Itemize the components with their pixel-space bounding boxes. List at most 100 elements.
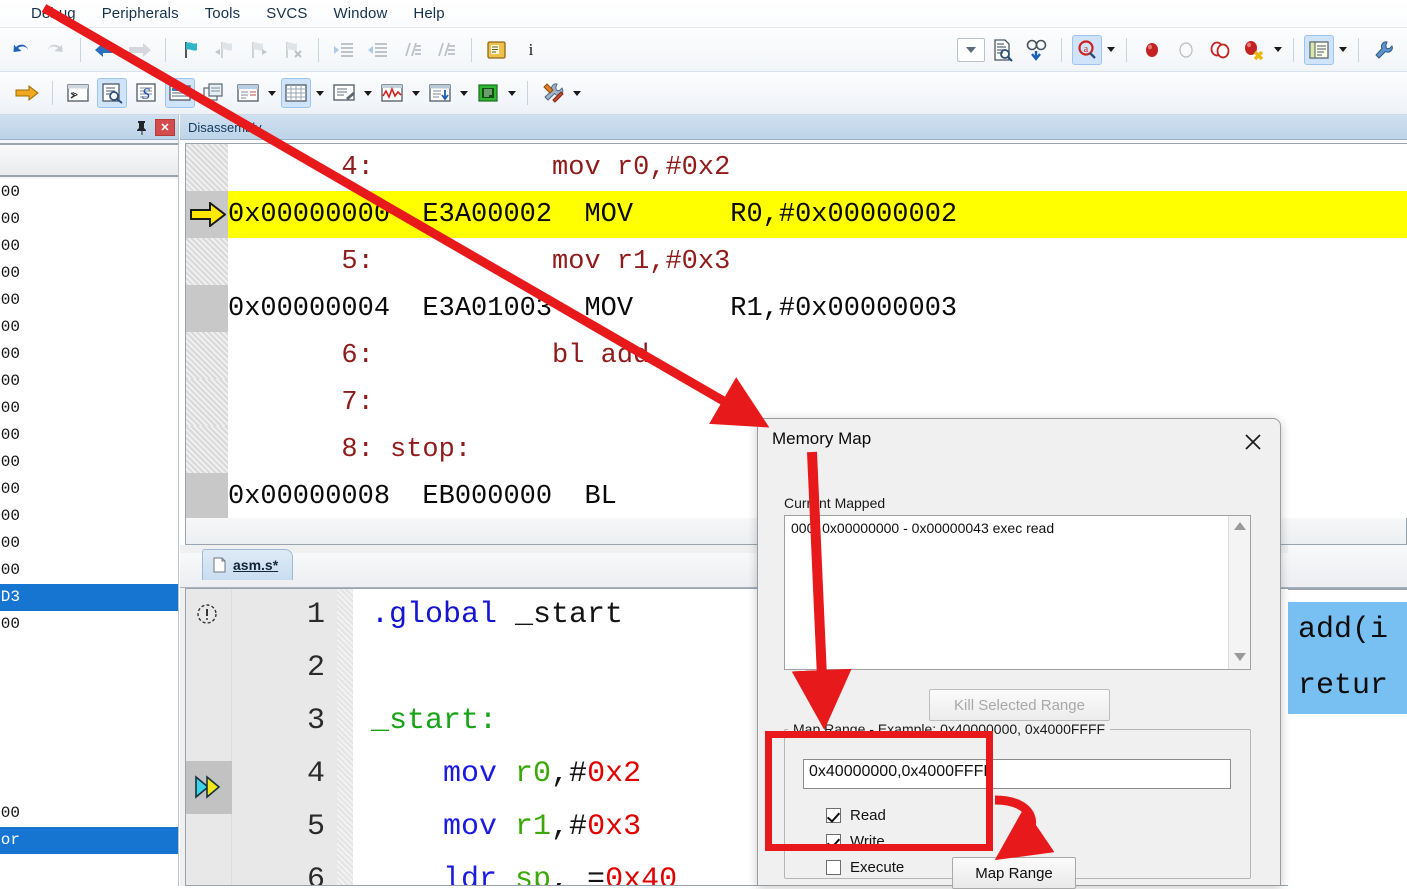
map-range-button[interactable]: Map Range xyxy=(952,857,1076,889)
read-checkbox-row[interactable]: Read xyxy=(826,807,886,824)
uncomment-icon[interactable] xyxy=(431,35,461,65)
disable-breakpoint-icon[interactable] xyxy=(1171,35,1201,65)
call-stack-icon[interactable] xyxy=(199,78,229,108)
execute-checkbox-row[interactable]: Execute xyxy=(826,859,904,876)
register-row[interactable] xyxy=(0,773,178,800)
symbols-window-icon[interactable]: S xyxy=(131,78,161,108)
document-search-icon[interactable] xyxy=(987,35,1017,65)
register-list[interactable]: 00000 00000 00000 00000 00000 00000 00000 00000… xyxy=(0,179,178,886)
menu-svcs[interactable]: SVCS xyxy=(253,2,320,25)
register-row[interactable]: 00000 xyxy=(0,206,178,233)
register-row[interactable]: 00000 xyxy=(0,800,178,827)
outdent-icon[interactable] xyxy=(363,35,393,65)
clear-bookmarks-icon[interactable] xyxy=(278,35,308,65)
register-row[interactable]: 000D3 xyxy=(0,584,178,611)
menu-peripherals[interactable]: Peripherals xyxy=(89,2,192,25)
register-row[interactable] xyxy=(0,665,178,692)
close-icon[interactable] xyxy=(1240,429,1266,455)
register-row[interactable] xyxy=(0,719,178,746)
analysis-window-icon[interactable] xyxy=(377,78,407,108)
find-in-files-icon[interactable] xyxy=(1021,35,1051,65)
project-window-dropdown-caret[interactable] xyxy=(1336,35,1350,65)
serial-window-icon[interactable] xyxy=(329,78,359,108)
register-row[interactable]: 00000 xyxy=(0,260,178,287)
register-row[interactable]: 00000 xyxy=(0,395,178,422)
list-item[interactable]: 000: 0x00000000 - 0x00000043 exec read xyxy=(785,516,1250,536)
comment-icon[interactable] xyxy=(397,35,427,65)
navigate-forward-icon[interactable] xyxy=(125,35,155,65)
disassembly-gutter[interactable] xyxy=(186,332,228,379)
disassembly-gutter[interactable] xyxy=(186,191,228,238)
open-project-icon[interactable] xyxy=(482,35,512,65)
run-to-cursor-icon[interactable] xyxy=(12,78,42,108)
register-row[interactable]: 00000 xyxy=(0,287,178,314)
disassembly-gutter[interactable] xyxy=(186,285,228,332)
kill-all-breakpoints-icon[interactable] xyxy=(1239,35,1269,65)
register-row[interactable]: 00000 xyxy=(0,341,178,368)
register-row[interactable]: 00000 xyxy=(0,881,178,886)
range-input[interactable]: 0x40000000,0x4000FFFF xyxy=(803,759,1231,789)
register-row[interactable]: 00000 xyxy=(0,368,178,395)
indent-icon[interactable] xyxy=(329,35,359,65)
register-row[interactable] xyxy=(0,854,178,881)
next-bookmark-icon[interactable] xyxy=(244,35,274,65)
register-row[interactable]: 00000 xyxy=(0,503,178,530)
disassembly-gutter[interactable] xyxy=(186,379,228,426)
menu-window[interactable]: Window xyxy=(320,2,400,25)
info-icon[interactable]: i xyxy=(516,35,546,65)
list-scrollbar[interactable] xyxy=(1228,516,1250,669)
configure-icon[interactable] xyxy=(1369,35,1399,65)
scroll-up-arrow-icon[interactable] xyxy=(1229,516,1251,536)
disassembly-line[interactable]: 0x00000000 E3A00002 MOV R0,#0x00000002 xyxy=(186,191,1407,238)
previous-bookmark-icon[interactable] xyxy=(210,35,240,65)
find-dropdown-caret[interactable] xyxy=(1104,35,1118,65)
disassembly-gutter[interactable] xyxy=(186,238,228,285)
register-row[interactable]: 00000 xyxy=(0,530,178,557)
disassembly-window-icon[interactable] xyxy=(97,78,127,108)
memory-window-dropdown-caret[interactable] xyxy=(313,78,327,108)
pin-icon[interactable] xyxy=(133,118,149,136)
register-row[interactable] xyxy=(0,638,178,665)
trace-dropdown-caret[interactable] xyxy=(457,78,471,108)
execute-checkbox[interactable] xyxy=(826,860,841,875)
disable-all-breakpoints-icon[interactable] xyxy=(1205,35,1235,65)
mapped-ranges-list[interactable]: 000: 0x00000000 - 0x00000043 exec read xyxy=(784,515,1251,670)
toolbox-icon[interactable] xyxy=(538,78,568,108)
trace-icon[interactable] xyxy=(425,78,455,108)
watch-window-icon[interactable] xyxy=(233,78,263,108)
scroll-down-arrow-icon[interactable] xyxy=(1229,647,1251,667)
kill-selected-range-button[interactable]: Kill Selected Range xyxy=(929,689,1110,721)
read-checkbox[interactable] xyxy=(826,808,841,823)
memory-window-icon[interactable] xyxy=(281,78,311,108)
toolbox-dropdown-caret[interactable] xyxy=(570,78,584,108)
register-row[interactable]: 00000 xyxy=(0,179,178,206)
analysis-window-dropdown-caret[interactable] xyxy=(409,78,423,108)
disassembly-line[interactable]: 5: mov r1,#0x3 xyxy=(186,238,1407,285)
breakpoints-dropdown-caret[interactable] xyxy=(1271,35,1285,65)
menu-debug[interactable]: Debug xyxy=(18,2,89,25)
disassembly-line[interactable]: 4: mov r0,#0x2 xyxy=(186,144,1407,191)
watch-window-dropdown-caret[interactable] xyxy=(265,78,279,108)
write-checkbox-row[interactable]: Write xyxy=(826,833,885,850)
register-row[interactable]: 00000 xyxy=(0,611,178,638)
find-icon[interactable]: a xyxy=(1072,34,1102,65)
register-row[interactable]: 00000 xyxy=(0,449,178,476)
undo-icon[interactable] xyxy=(6,35,36,65)
register-row[interactable]: 00000 xyxy=(0,422,178,449)
disassembly-gutter[interactable] xyxy=(186,473,228,518)
insert-bookmark-icon[interactable] xyxy=(176,35,206,65)
write-checkbox[interactable] xyxy=(826,834,841,849)
registers-window-icon[interactable] xyxy=(165,78,195,108)
register-row[interactable] xyxy=(0,692,178,719)
register-row[interactable]: 00000 xyxy=(0,476,178,503)
register-row[interactable]: 00000 xyxy=(0,557,178,584)
source-peek-body[interactable]: add(i retur xyxy=(1288,589,1407,886)
target-selector-dropdown[interactable] xyxy=(957,37,985,62)
breakpoint-gutter[interactable] xyxy=(186,589,232,885)
menu-help[interactable]: Help xyxy=(400,2,457,25)
system-viewer-icon[interactable] xyxy=(473,78,503,108)
register-row[interactable]: 00000 xyxy=(0,314,178,341)
close-icon[interactable]: ✕ xyxy=(155,118,175,136)
system-viewer-dropdown-caret[interactable] xyxy=(505,78,519,108)
disassembly-gutter[interactable] xyxy=(186,144,228,191)
